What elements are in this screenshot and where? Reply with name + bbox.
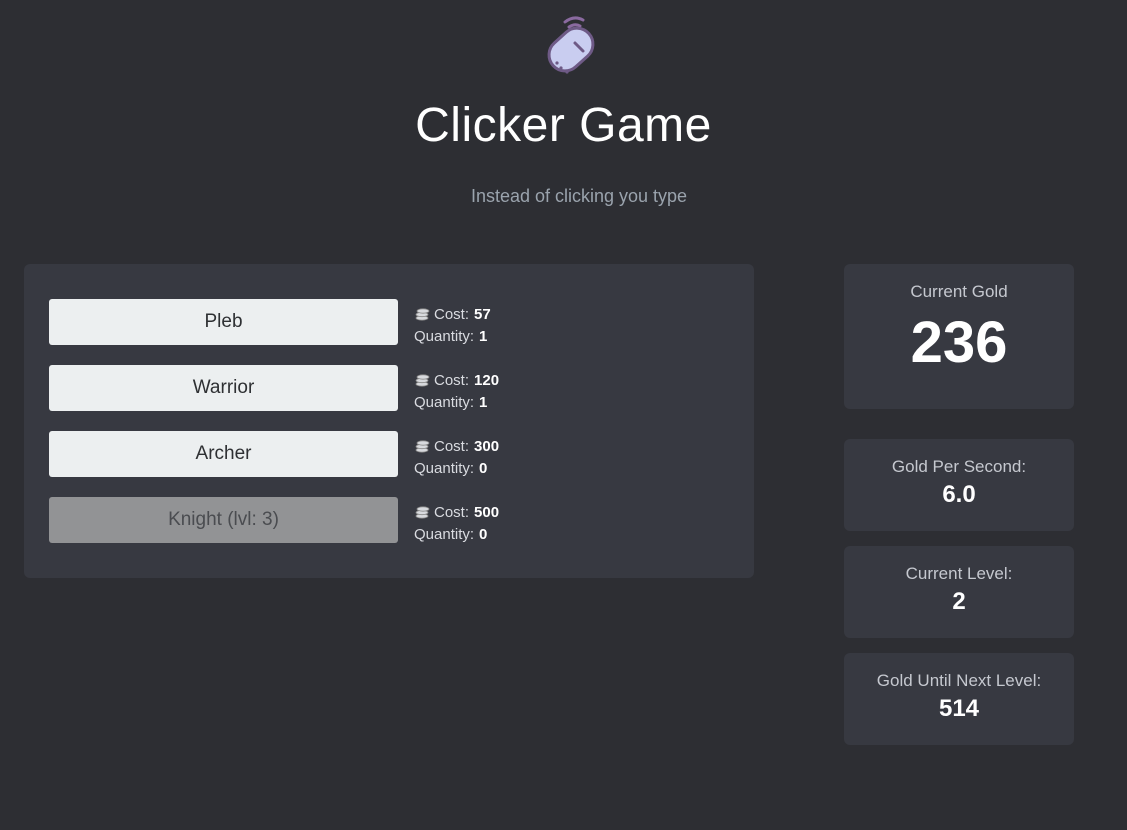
buy-warrior-button[interactable]: Warrior	[49, 365, 398, 411]
cost-label: Cost:	[434, 438, 470, 455]
buy-knight-button: Knight (lvl: 3)	[49, 497, 398, 543]
quantity-value: 1	[479, 328, 488, 345]
unit-row-archer: Archer Cost: 300 Quantity: 0	[49, 431, 729, 477]
quantity-value: 0	[479, 460, 488, 477]
gold-per-second-value: 6.0	[942, 481, 976, 508]
current-level-value: 2	[952, 588, 966, 615]
gold-until-next-level-card: Gold Until Next Level: 514	[844, 653, 1074, 745]
page-title: Clicker Game	[415, 99, 712, 152]
cost-label: Cost:	[434, 372, 470, 389]
unit-row-warrior: Warrior Cost: 120 Quantity: 1	[49, 365, 729, 411]
current-level-card: Current Level: 2	[844, 546, 1074, 638]
unit-info: Cost: 300 Quantity: 0	[414, 436, 499, 480]
quantity-label: Quantity:	[414, 460, 475, 477]
unit-info: Cost: 57 Quantity: 1	[414, 304, 491, 348]
buy-pleb-button[interactable]: Pleb	[49, 299, 398, 345]
current-gold-card: Current Gold 236	[844, 264, 1074, 409]
page-subtitle: Instead of clicking you type	[470, 186, 688, 206]
coins-icon	[414, 438, 430, 453]
unit-info: Cost: 120 Quantity: 1	[414, 370, 499, 414]
cost-label: Cost:	[434, 504, 470, 521]
cost-value: 300	[474, 438, 500, 455]
current-level-label: Current Level:	[905, 564, 1013, 583]
units-panel: Pleb Cost: 57 Quantity: 1 Warrior Cost: 120…	[24, 264, 754, 578]
quantity-label: Quantity:	[414, 328, 475, 345]
coins-icon	[414, 504, 430, 519]
mouse-icon	[543, 14, 605, 82]
gold-until-next-level-label: Gold Until Next Level:	[876, 671, 1042, 690]
cost-value: 57	[474, 306, 491, 323]
gold-per-second-label: Gold Per Second:	[891, 457, 1027, 476]
current-gold-value: 236	[910, 310, 1008, 375]
unit-row-knight: Knight (lvl: 3) Cost: 500 Quantity: 0	[49, 497, 729, 543]
quantity-label: Quantity:	[414, 394, 475, 411]
gold-per-second-card: Gold Per Second: 6.0	[844, 439, 1074, 531]
quantity-label: Quantity:	[414, 526, 475, 543]
quantity-value: 1	[479, 394, 488, 411]
cost-value: 500	[474, 504, 500, 521]
unit-info: Cost: 500 Quantity: 0	[414, 502, 499, 546]
cost-value: 120	[474, 372, 500, 389]
buy-archer-button[interactable]: Archer	[49, 431, 398, 477]
quantity-value: 0	[479, 526, 488, 543]
unit-row-pleb: Pleb Cost: 57 Quantity: 1	[49, 299, 729, 345]
cost-label: Cost:	[434, 306, 470, 323]
current-gold-label: Current Gold	[910, 282, 1008, 301]
coins-icon	[414, 372, 430, 387]
gold-until-next-level-value: 514	[938, 695, 980, 722]
coins-icon	[414, 306, 430, 321]
